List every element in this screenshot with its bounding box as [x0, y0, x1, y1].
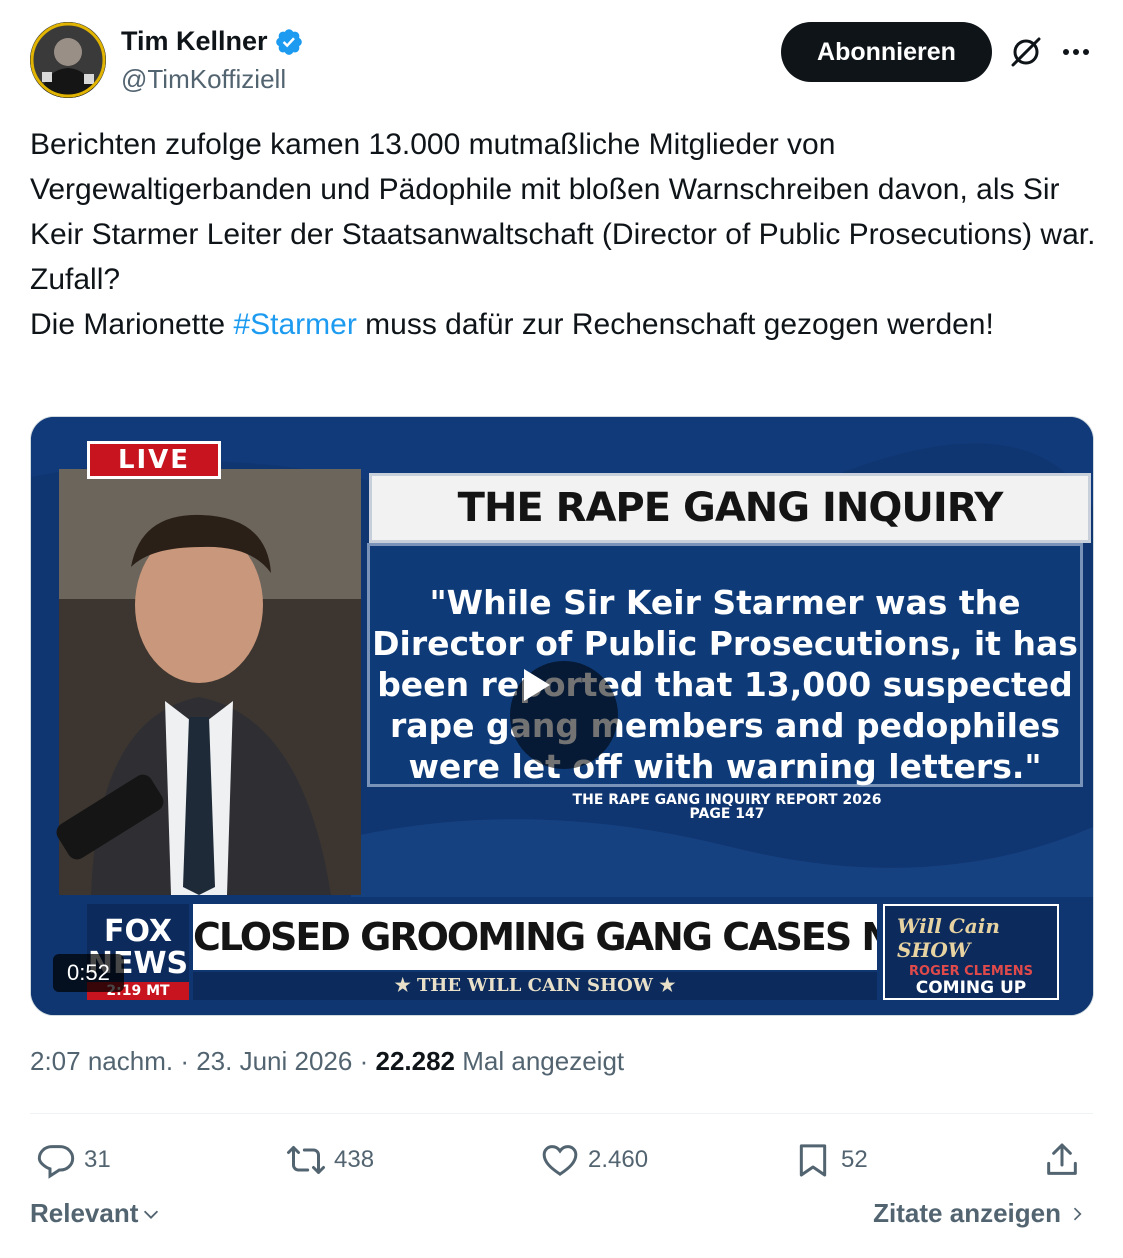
sort-label: Relevant — [30, 1198, 139, 1228]
repost-button[interactable]: 438 — [286, 1136, 374, 1184]
post-text-end: muss dafür zur Rechenschaft gezogen werd… — [356, 308, 994, 341]
views-label: Mal angezeigt — [462, 1046, 625, 1076]
like-button[interactable]: 2.460 — [540, 1136, 648, 1184]
post-meta: 2:07 nachm. · 23. Juni 2026 · 22.282 Mal… — [30, 1046, 624, 1077]
grok-icon[interactable] — [1008, 34, 1044, 70]
action-bar: 31 438 2.460 52 — [30, 1136, 1093, 1184]
post-header: Tim Kellner @TimKoffiziell Abonnieren — [30, 22, 1093, 98]
follow-button[interactable]: Abonnieren — [781, 22, 992, 82]
author-name[interactable]: Tim Kellner — [121, 26, 268, 57]
author-name-row[interactable]: Tim Kellner — [121, 26, 304, 57]
chevron-right-icon — [1073, 1207, 1082, 1220]
meta-separator: · — [180, 1046, 197, 1076]
divider — [30, 1113, 1093, 1114]
bookmark-button[interactable]: 52 — [793, 1136, 868, 1184]
bookmark-icon — [799, 1144, 827, 1177]
report-source-line: THE RAPE GANG INQUIRY REPORT 2026 — [572, 792, 882, 808]
more-icon[interactable] — [1058, 34, 1094, 70]
video-duration: 0:52 — [53, 954, 124, 992]
chyron-headline: CLOSED GROOMING GANG CASES NOW UNDER REV… — [193, 904, 877, 970]
report-title: THE RAPE GANG INQUIRY REPORT — [369, 473, 1091, 595]
bookmark-count: 52 — [841, 1146, 868, 1173]
view-quotes-link[interactable]: Zitate anzeigen — [873, 1198, 1087, 1229]
play-button[interactable] — [510, 661, 618, 769]
share-icon — [1047, 1143, 1077, 1175]
show-promo: Will Cain SHOW ROGER CLEMENS COMING UP — [883, 904, 1059, 1000]
post-date[interactable]: 23. Juni 2026 — [196, 1046, 352, 1076]
live-badge: LIVE — [87, 441, 221, 479]
repost-icon — [287, 1146, 325, 1174]
meta-separator: · — [359, 1046, 376, 1076]
verified-badge-icon — [275, 28, 302, 55]
replies-footer: Relevant Zitate anzeigen — [30, 1198, 1093, 1242]
avatar[interactable] — [30, 22, 106, 98]
post-text: Berichten zufolge kamen 13.000 mutmaßlic… — [30, 122, 1100, 347]
chyron-subline: ★ THE WILL CAIN SHOW ★ — [193, 972, 877, 1000]
report-source: THE RAPE GANG INQUIRY REPORT 2026 PAGE 1… — [369, 793, 1085, 821]
video-player[interactable]: LIVE THE RAPE GANG INQUIRY REPORT "While… — [30, 416, 1094, 1016]
author-handle[interactable]: @TimKoffiziell — [121, 64, 286, 95]
show-logo: Will Cain SHOW — [897, 914, 1000, 962]
like-icon — [542, 1145, 578, 1176]
show-coming-up: COMING UP — [915, 978, 1027, 998]
chevron-down-icon — [144, 1210, 159, 1219]
show-guest: ROGER CLEMENS — [909, 964, 1033, 979]
reply-button[interactable]: 31 — [36, 1136, 111, 1184]
repost-count: 438 — [334, 1146, 375, 1173]
reply-icon — [37, 1145, 75, 1179]
hashtag-link[interactable]: #Starmer — [233, 308, 356, 341]
report-page-line: PAGE 147 — [689, 806, 765, 822]
share-button[interactable] — [1042, 1136, 1082, 1184]
views-count: 22.282 — [375, 1046, 456, 1076]
sort-dropdown[interactable]: Relevant — [30, 1198, 162, 1229]
post-time[interactable]: 2:07 nachm. — [30, 1046, 173, 1076]
play-icon — [524, 669, 550, 701]
reply-count: 31 — [84, 1146, 111, 1173]
like-count: 2.460 — [588, 1146, 649, 1173]
report-quote: "While Sir Keir Starmer was the Director… — [367, 543, 1083, 787]
quotes-label: Zitate anzeigen — [873, 1198, 1061, 1228]
